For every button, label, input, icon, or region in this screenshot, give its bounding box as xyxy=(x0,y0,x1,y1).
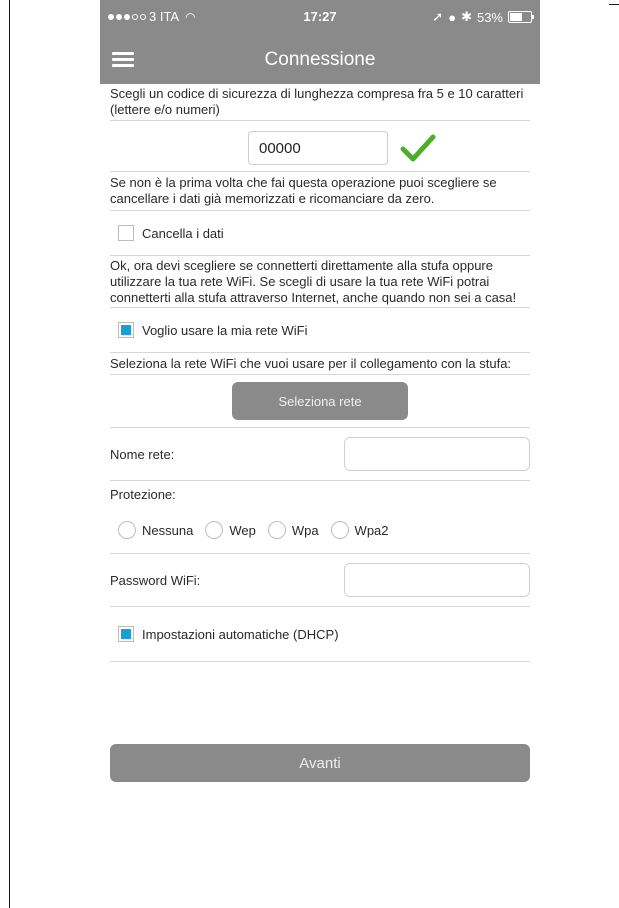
protection-option-label: Nessuna xyxy=(142,522,194,538)
checkmark-icon xyxy=(400,134,436,162)
phone-screen: 3 ITA ◠ 17:27 ➚ ● ✱ 53% Connessione Sceg… xyxy=(100,0,540,908)
dhcp-label: Impostazioni automatiche (DHCP) xyxy=(142,626,339,642)
protection-radio-wpa2[interactable] xyxy=(330,521,349,539)
use-wifi-checkbox-row[interactable]: Voglio usare la mia rete WiFi xyxy=(110,308,530,352)
navigation-bar: Connessione xyxy=(100,38,540,84)
status-right: ➚ ● ✱ 53% xyxy=(432,9,534,25)
dhcp-checkbox-row[interactable]: Impostazioni automatiche (DHCP) xyxy=(110,607,530,661)
protection-options: Nessuna Wep Wpa Wpa2 xyxy=(110,507,530,553)
page-title: Connessione xyxy=(264,49,376,70)
select-network-row: Seleziona rete xyxy=(110,375,530,427)
protection-option-label: Wep xyxy=(229,522,256,538)
security-code-instructions: Scegli un codice di sicurezza di lunghez… xyxy=(110,86,524,117)
alarm-icon: ● xyxy=(448,9,457,25)
use-wifi-label: Voglio usare la mia rete WiFi xyxy=(142,322,308,338)
wifi-password-input[interactable] xyxy=(344,563,530,597)
protection-label: Protezione: xyxy=(110,486,176,502)
wifi-choice-instructions: Ok, ora devi scegliere se connetterti di… xyxy=(110,258,517,305)
network-name-input[interactable] xyxy=(344,437,530,471)
use-wifi-checkbox[interactable] xyxy=(118,322,134,338)
protection-radio-nessuna[interactable] xyxy=(118,521,136,539)
reset-data-checkbox[interactable] xyxy=(118,225,134,241)
bluetooth-icon: ✱ xyxy=(461,9,472,24)
reset-instructions: Se non è la prima volta che fai questa o… xyxy=(110,175,497,206)
wifi-password-row: Password WiFi: xyxy=(110,554,530,606)
reset-data-checkbox-row[interactable]: Cancella i dati xyxy=(110,211,530,255)
form-content: Scegli un codice di sicurezza di lunghez… xyxy=(110,84,530,782)
status-bar: 3 ITA ◠ 17:27 ➚ ● ✱ 53% xyxy=(100,0,540,38)
protection-option-label: Wpa2 xyxy=(354,522,389,538)
divider xyxy=(110,661,530,662)
security-code-row xyxy=(110,121,530,171)
battery-icon xyxy=(508,11,534,23)
network-instructions: Seleziona la rete WiFi che vuoi usare pe… xyxy=(110,356,512,371)
reset-data-label: Cancella i dati xyxy=(142,225,224,241)
protection-radio-wpa[interactable] xyxy=(267,521,286,539)
select-network-button[interactable]: Seleziona rete xyxy=(232,382,408,420)
protection-label-row: Protezione: xyxy=(110,481,530,507)
next-button[interactable]: Avanti xyxy=(110,744,530,782)
protection-option-label: Wpa xyxy=(291,522,319,538)
page-border xyxy=(9,0,10,908)
battery-percent: 53% xyxy=(476,9,503,25)
wifi-password-label: Password WiFi: xyxy=(110,572,201,588)
network-name-row: Nome rete: xyxy=(110,428,530,480)
location-icon: ➚ xyxy=(432,9,444,24)
page-border-mark xyxy=(609,4,619,5)
security-code-input[interactable] xyxy=(248,131,388,165)
dhcp-checkbox[interactable] xyxy=(118,626,134,642)
protection-radio-wep[interactable] xyxy=(205,521,224,539)
network-name-label: Nome rete: xyxy=(110,446,175,462)
